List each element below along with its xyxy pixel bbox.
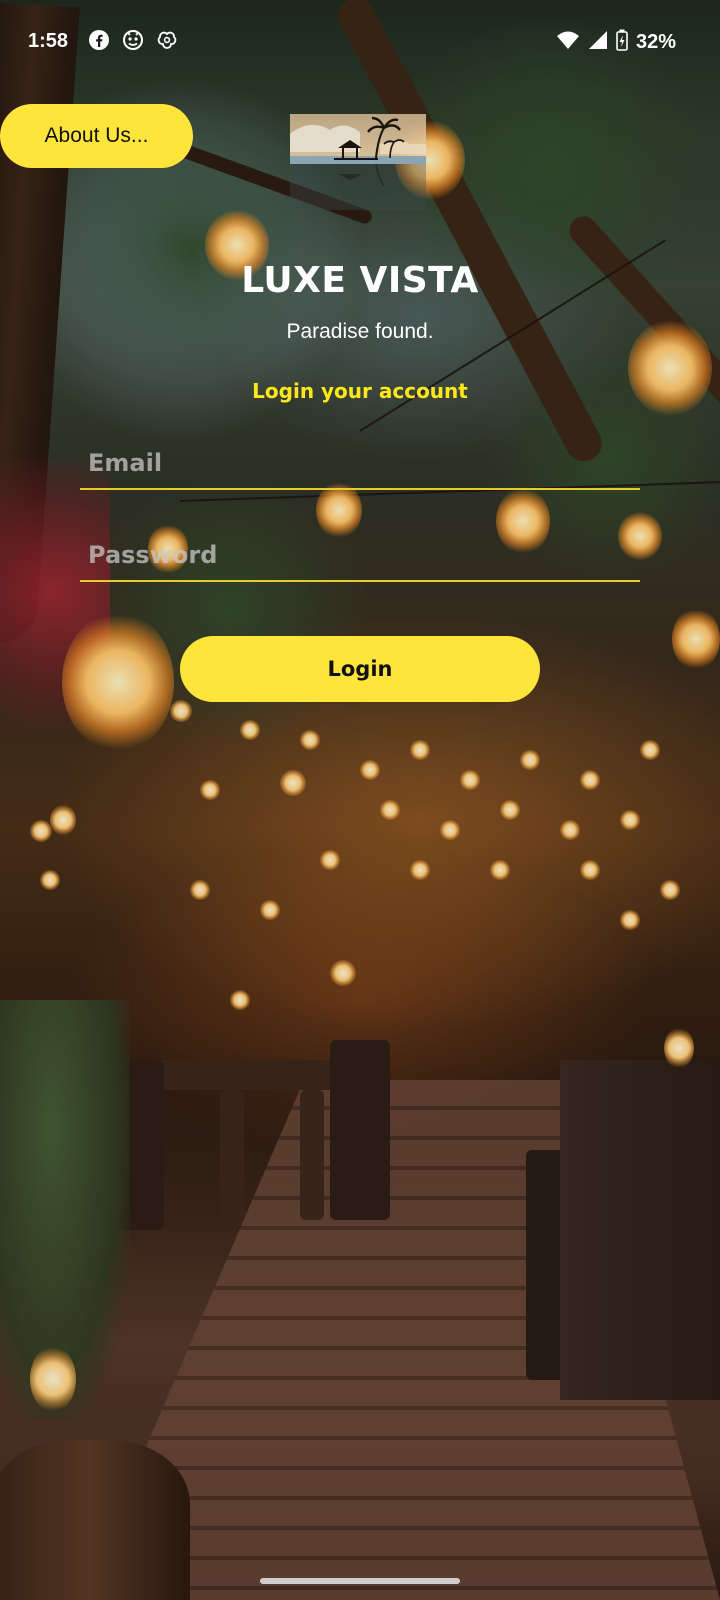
signal-icon [588,30,608,54]
status-time: 1:58 [28,30,69,52]
system-icons: 32% [556,29,676,55]
luxe-vista-logo [290,114,426,210]
login-button[interactable]: Login [180,636,540,702]
home-indicator[interactable] [260,1578,460,1584]
email-field-container [80,438,640,490]
battery-charging-icon [616,29,628,55]
login-heading: Login your account [252,379,468,403]
app-tagline: Paradise found. [286,320,434,343]
password-input[interactable] [80,530,640,580]
overlay [0,0,720,1600]
background-image [0,0,720,1600]
status-bar: 1:58 32% [0,0,720,84]
email-input[interactable] [80,438,640,488]
bug-icon [122,29,144,51]
app-icon [156,29,178,51]
notification-icons [88,29,178,51]
facebook-icon [88,29,110,51]
battery-percentage: 32% [635,30,676,53]
app-title: LUXE VISTA [241,260,479,301]
about-us-button[interactable]: About Us... [0,104,193,168]
password-field-container [80,530,640,582]
wifi-icon [556,30,580,54]
